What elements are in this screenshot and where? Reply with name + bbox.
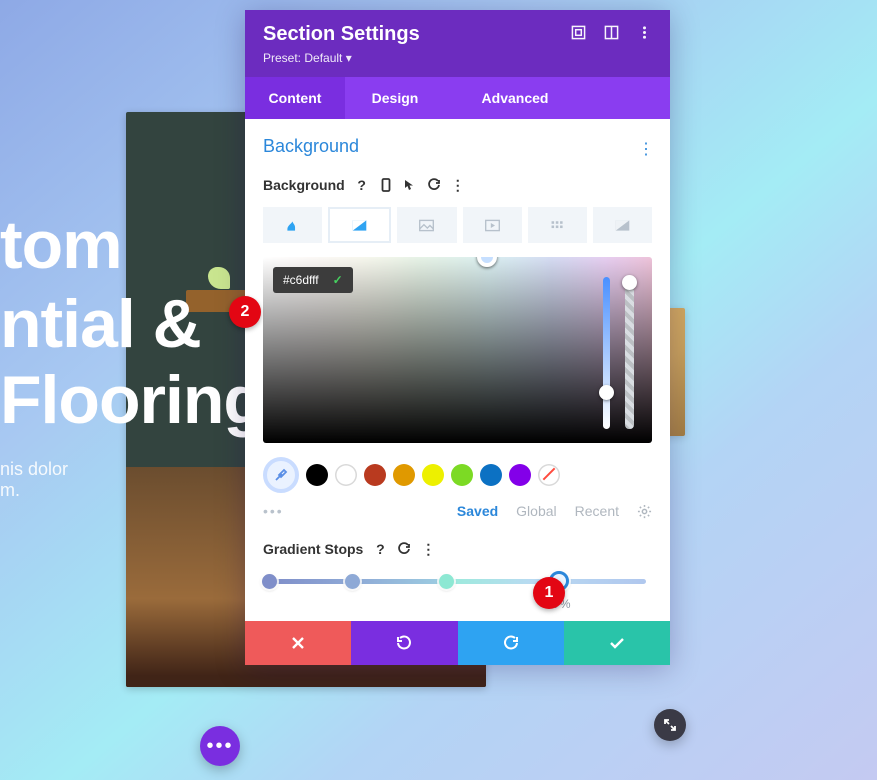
swatch-colors: [306, 464, 531, 486]
redo-button[interactable]: [458, 621, 564, 665]
hex-confirm-icon[interactable]: ✓: [333, 273, 343, 287]
hue-slider[interactable]: [603, 277, 610, 429]
hero-line2: ntial &: [0, 289, 264, 360]
section-settings-modal: Section Settings Preset: Default ▾ Conte…: [245, 10, 670, 665]
hero-text: tom ntial & Flooring nis dolor m.: [0, 210, 264, 500]
annotation-1: 1: [533, 577, 565, 609]
modal-menu-icon[interactable]: [637, 25, 652, 40]
palette-global[interactable]: Global: [516, 503, 556, 519]
gradient-stop-1[interactable]: [345, 574, 360, 589]
bg-tab-image[interactable]: [397, 207, 456, 243]
cancel-button[interactable]: [245, 621, 351, 665]
alpha-slider[interactable]: [625, 277, 634, 429]
background-label: Background: [263, 177, 345, 193]
bg-tab-gradient[interactable]: [328, 207, 391, 243]
save-button[interactable]: [564, 621, 670, 665]
tab-advanced[interactable]: Advanced: [455, 77, 575, 119]
palette-recent[interactable]: Recent: [575, 503, 619, 519]
picker-cursor[interactable]: [477, 257, 497, 267]
gs-help-icon[interactable]: ?: [373, 542, 387, 556]
responsive-icon[interactable]: [571, 25, 586, 40]
gs-menu-icon[interactable]: ⋮: [421, 542, 435, 556]
eyedropper-button[interactable]: [263, 457, 299, 493]
undo-button[interactable]: [351, 621, 457, 665]
background-type-tabs: [263, 207, 652, 243]
swatch-7[interactable]: [509, 464, 531, 486]
swatch-row: [263, 457, 652, 493]
device-icon[interactable]: [379, 178, 393, 192]
palette-row: ••• Saved Global Recent: [263, 503, 652, 519]
alpha-handle[interactable]: [622, 275, 637, 290]
hover-icon[interactable]: [403, 178, 417, 192]
swatch-2[interactable]: [364, 464, 386, 486]
hero-sub2: m.: [0, 481, 264, 500]
gradient-track[interactable]: 77%: [263, 573, 652, 591]
expand-fab[interactable]: [654, 709, 686, 741]
preset-dropdown[interactable]: Preset: Default ▾: [263, 51, 652, 65]
help-icon[interactable]: ?: [355, 178, 369, 192]
bg-tab-video[interactable]: [463, 207, 522, 243]
modal-tabs: Content Design Advanced: [245, 77, 670, 119]
gradient-rail: [269, 579, 646, 584]
section-menu-icon[interactable]: ⋮: [638, 139, 652, 159]
annotation-2: 2: [229, 296, 261, 328]
modal-header[interactable]: Section Settings Preset: Default ▾: [245, 10, 670, 77]
hero-line3: Flooring: [0, 365, 264, 436]
page-canvas: tom ntial & Flooring nis dolor m. Sectio…: [0, 0, 877, 780]
reset-icon[interactable]: [427, 178, 441, 192]
panel-split-icon[interactable]: [604, 25, 619, 40]
color-picker[interactable]: #c6dfff ✓: [263, 257, 652, 443]
gradient-stops-header: Gradient Stops ? ⋮: [263, 541, 652, 557]
palette-settings-icon[interactable]: [637, 504, 652, 519]
modal-body: ⋮ Background Background ? ⋮ #c6d: [245, 119, 670, 603]
swatch-1[interactable]: [335, 464, 357, 486]
modal-footer: [245, 621, 670, 665]
background-field-header: Background ? ⋮: [263, 177, 652, 193]
swatch-0[interactable]: [306, 464, 328, 486]
gradient-stops-label: Gradient Stops: [263, 541, 363, 557]
bg-tab-color[interactable]: [263, 207, 322, 243]
gs-reset-icon[interactable]: [397, 542, 411, 556]
swatch-5[interactable]: [451, 464, 473, 486]
bg-tab-mask[interactable]: [593, 207, 652, 243]
section-title[interactable]: Background: [263, 136, 652, 157]
tab-content[interactable]: Content: [245, 77, 345, 119]
hue-handle[interactable]: [599, 385, 614, 400]
hex-input[interactable]: #c6dfff ✓: [273, 267, 353, 293]
tab-design[interactable]: Design: [345, 77, 445, 119]
gradient-stop-0[interactable]: [262, 574, 277, 589]
swatch-6[interactable]: [480, 464, 502, 486]
builder-menu-fab[interactable]: •••: [200, 726, 240, 766]
bg-tab-pattern[interactable]: [528, 207, 587, 243]
field-menu-icon[interactable]: ⋮: [451, 178, 465, 192]
palette-saved[interactable]: Saved: [457, 503, 498, 519]
swatch-3[interactable]: [393, 464, 415, 486]
swatch-transparent[interactable]: [538, 464, 560, 486]
gradient-stop-2[interactable]: [439, 574, 454, 589]
hero-sub1: nis dolor: [0, 460, 264, 479]
swatch-4[interactable]: [422, 464, 444, 486]
hex-value: #c6dfff: [283, 273, 319, 287]
hero-line1: tom: [0, 210, 264, 281]
palette-more-icon[interactable]: •••: [263, 503, 284, 519]
